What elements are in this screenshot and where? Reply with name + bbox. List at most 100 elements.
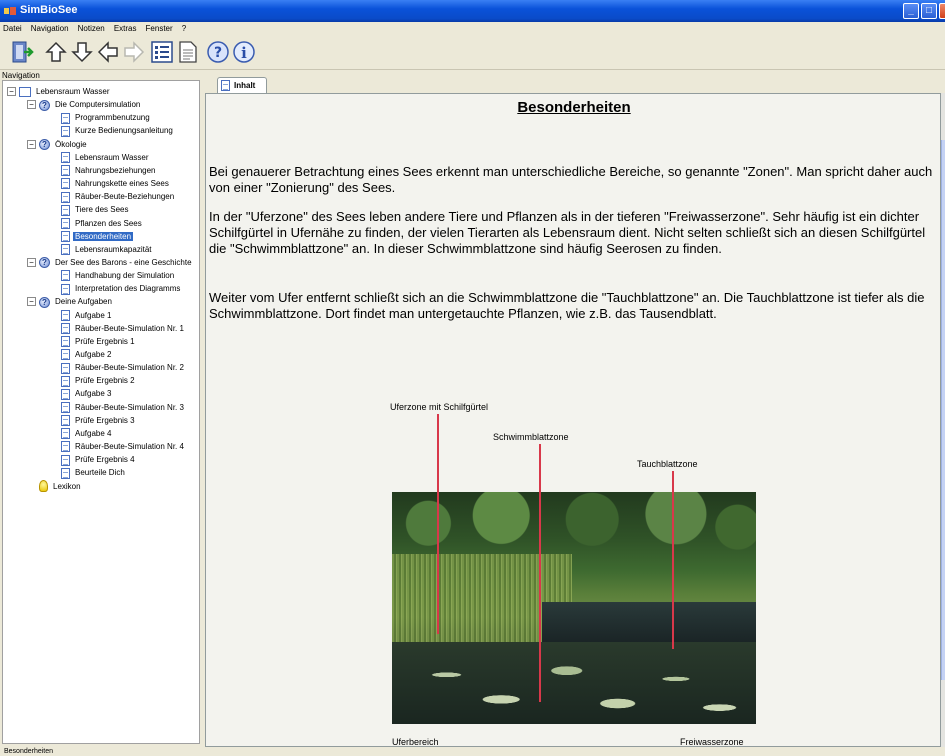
arrow-down-icon[interactable] — [70, 40, 94, 64]
page-heading: Besonderheiten — [517, 99, 631, 116]
tree-item[interactable]: Prüfe Ergebnis 4 — [61, 453, 137, 466]
tree-item[interactable]: Räuber-Beute-Beziehungen — [61, 190, 176, 203]
tree-item[interactable]: Pflanzen des Sees — [61, 217, 144, 230]
content-scrollbar-thumb[interactable] — [941, 140, 945, 680]
exit-icon[interactable] — [10, 40, 34, 64]
tree-item-label: Ökologie — [55, 139, 87, 149]
close-button[interactable] — [939, 3, 945, 19]
tree-item[interactable]: Nahrungsbeziehungen — [61, 164, 158, 177]
tree-item-label: Pflanzen des Sees — [75, 218, 142, 228]
tree-item[interactable]: Räuber-Beute-Simulation Nr. 3 — [61, 401, 186, 414]
tree-item[interactable]: Nahrungskette eines Sees — [61, 177, 171, 190]
tree-item[interactable]: −? Die Computersimulation — [27, 98, 142, 111]
tree-item-label: Räuber-Beute-Beziehungen — [75, 192, 175, 202]
label-freiwasserzone: Freiwasserzone — [680, 737, 744, 747]
tree-item[interactable]: Lexikon — [39, 480, 83, 493]
tree-item[interactable]: Handhabung der Simulation — [61, 269, 176, 282]
menu-datei[interactable]: Datei — [0, 22, 25, 33]
status-bar: Besonderheiten — [0, 747, 945, 756]
tree-item-label: Lexikon — [53, 481, 81, 491]
list-icon[interactable] — [150, 40, 174, 64]
page-icon — [61, 152, 70, 164]
tab-inhalt[interactable]: Inhalt — [217, 77, 267, 93]
tree-item[interactable]: Räuber-Beute-Simulation Nr. 4 — [61, 440, 186, 453]
help-book-icon: ? — [39, 296, 50, 308]
line-schwimmblattzone — [539, 444, 541, 702]
page-icon — [61, 428, 70, 440]
tree-item[interactable]: Aufgabe 3 — [61, 387, 113, 400]
tree-item[interactable]: Kurze Bedienungsanleitung — [61, 124, 175, 137]
collapse-icon[interactable]: − — [27, 100, 36, 110]
page-icon — [61, 178, 70, 190]
navigation-tree: − Lebensraum Wasser −? Die Computersimulati… — [2, 80, 200, 744]
maximize-button[interactable]: □ — [921, 3, 937, 19]
tree-item[interactable]: Aufgabe 4 — [61, 427, 113, 440]
tree-item[interactable]: −? Der See des Barons - eine Geschichte — [27, 256, 194, 269]
tree-item[interactable]: Räuber-Beute-Simulation Nr. 1 — [61, 322, 186, 335]
tree-item[interactable]: Aufgabe 2 — [61, 348, 113, 361]
arrow-up-icon[interactable] — [44, 40, 68, 64]
collapse-icon[interactable]: − — [27, 139, 36, 149]
tree-item[interactable]: Interpretation des Diagramms — [61, 282, 182, 295]
menu-notizen[interactable]: Notizen — [75, 22, 108, 33]
label-schwimmblattzone: Schwimmblattzone — [493, 432, 569, 442]
page-icon — [61, 323, 70, 335]
info-icon[interactable]: i — [232, 40, 256, 64]
page-icon — [61, 217, 70, 229]
tree-item-label: Lebensraum Wasser — [36, 87, 110, 96]
paragraph-zonen: Bei genauerer Betrachtung eines Sees erk… — [209, 164, 933, 195]
tree-item-label: Besonderheiten — [73, 231, 134, 241]
help-book-icon: ? — [39, 257, 50, 269]
menu-help[interactable]: ? — [179, 22, 189, 33]
minimize-button[interactable]: _ — [903, 3, 919, 19]
tree-item[interactable]: Aufgabe 1 — [61, 309, 113, 322]
label-uferzone: Uferzone mit Schilfgürtel — [390, 402, 489, 412]
tree-item-label: Deine Aufgaben — [55, 297, 112, 307]
label-uferbereich: Uferbereich — [392, 737, 439, 747]
tree-item[interactable]: Prüfe Ergebnis 2 — [61, 374, 137, 387]
collapse-icon[interactable]: − — [7, 87, 16, 96]
page-icon — [61, 204, 70, 216]
tree-item[interactable]: −? Deine Aufgaben — [27, 295, 114, 308]
menu-fenster[interactable]: Fenster — [143, 22, 176, 33]
tree-item-label: Aufgabe 4 — [75, 428, 112, 438]
tab-label: Inhalt — [234, 81, 256, 90]
tree-item-label: Nahrungsbeziehungen — [75, 165, 156, 175]
paragraph-tauchblattzone: Weiter vom Ufer entfernt schließt sich a… — [209, 290, 925, 321]
content-pane: Besonderheiten Bei genauerer Betrachtung… — [205, 93, 941, 747]
tree-item-label: Prüfe Ergebnis 4 — [75, 455, 135, 465]
tree-item[interactable]: Tiere des Sees — [61, 203, 131, 216]
tree-item-label: Die Computersimulation — [55, 100, 141, 110]
page-icon[interactable] — [176, 40, 200, 64]
help-icon[interactable]: ? — [206, 40, 230, 64]
tree-item[interactable]: Beurteile Dich — [61, 466, 127, 479]
app-icon — [4, 7, 16, 15]
tree-item[interactable]: Lebensraum Wasser — [61, 151, 151, 164]
tree-item[interactable]: Prüfe Ergebnis 3 — [61, 414, 137, 427]
page-icon — [61, 125, 70, 137]
tree-item-label: Aufgabe 1 — [75, 310, 112, 320]
tree-item[interactable]: − Lebensraum Wasser — [7, 85, 112, 98]
tree-item[interactable]: −? Ökologie — [27, 138, 89, 151]
tree-item[interactable]: Programmbenutzung — [61, 111, 152, 124]
menu-navigation[interactable]: Navigation — [28, 22, 72, 33]
tree-item[interactable]: Lebensraumkapazität — [61, 243, 154, 256]
tree-item[interactable]: Prüfe Ergebnis 1 — [61, 335, 137, 348]
line-tauchblattzone — [672, 471, 674, 649]
tree-item-label: Prüfe Ergebnis 2 — [75, 376, 135, 386]
menu-extras[interactable]: Extras — [111, 22, 140, 33]
tree-item-label: Aufgabe 2 — [75, 350, 112, 359]
tree-item[interactable]: Räuber-Beute-Simulation Nr. 2 — [61, 361, 186, 374]
collapse-icon[interactable]: − — [27, 297, 36, 307]
tree-item-label: Der See des Barons - eine Geschichte — [55, 257, 192, 267]
page-icon — [61, 441, 70, 453]
tree-item-label: Programmbenutzung — [75, 113, 150, 123]
tree-item[interactable]: Besonderheiten — [61, 230, 134, 243]
tree-item-label: Kurze Bedienungsanleitung — [75, 126, 173, 136]
collapse-icon[interactable]: − — [27, 257, 36, 267]
arrow-left-icon[interactable] — [96, 40, 120, 64]
page-icon — [61, 415, 70, 427]
page-icon — [61, 336, 70, 348]
tree-item-label: Prüfe Ergebnis 3 — [75, 415, 135, 425]
tree-item-label: Räuber-Beute-Simulation Nr. 4 — [75, 442, 184, 452]
